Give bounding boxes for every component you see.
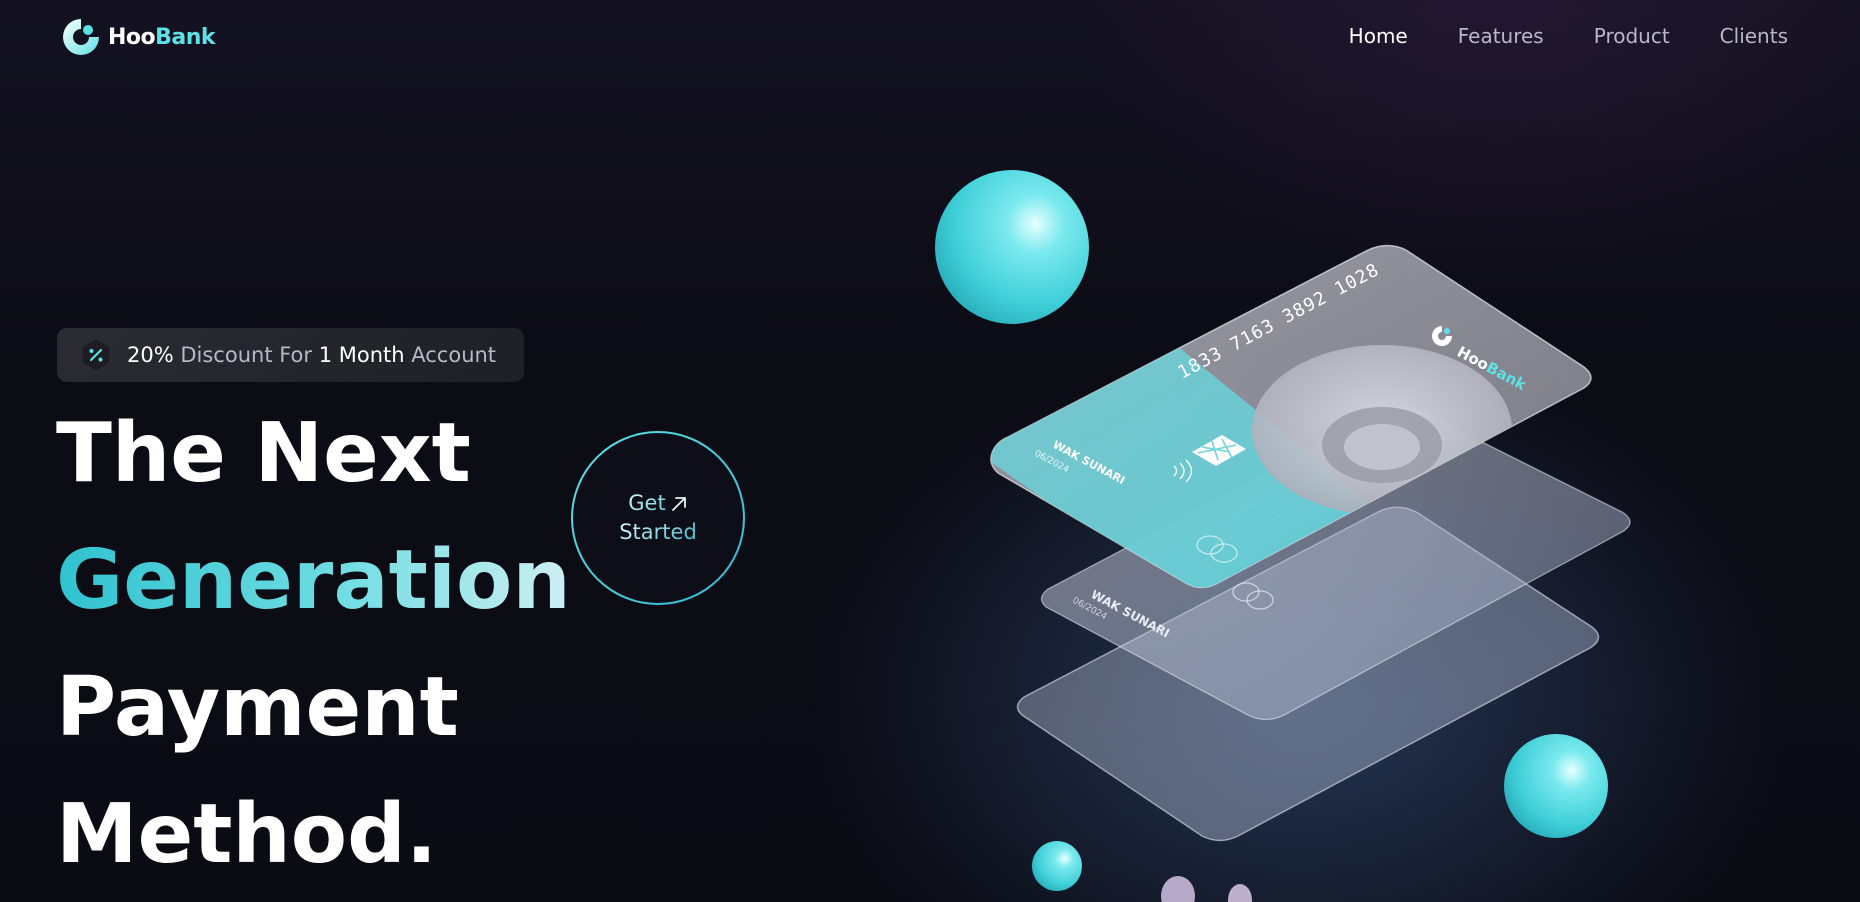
nav-link-clients[interactable]: Clients: [1720, 24, 1788, 48]
navbar: HooBank Home Features Product Clients: [0, 0, 1860, 80]
get-started-inner: Get Started: [573, 433, 743, 603]
brand-name-part2: Bank: [155, 24, 216, 50]
discount-account: Account: [404, 343, 497, 367]
arrow-up-right-icon: [671, 496, 686, 511]
nav-link-home[interactable]: Home: [1349, 24, 1408, 48]
discount-percent: 20%: [127, 343, 174, 367]
get-started-row-2: Started: [619, 518, 697, 547]
hoobank-logo-icon: [63, 19, 99, 55]
page: HooBank Home Features Product Clients 20…: [0, 0, 1860, 902]
headline-line-2: Generation: [56, 533, 571, 628]
nav-link-product[interactable]: Product: [1594, 24, 1670, 48]
get-started-row-1: Get: [628, 489, 687, 518]
brand-logo[interactable]: HooBank: [60, 16, 216, 58]
sphere-small: [1032, 841, 1082, 891]
headline-line-1: The Next: [56, 406, 471, 501]
headline-line-4: Method.: [56, 787, 437, 882]
discount-icon: [81, 338, 111, 372]
decor-shape-1: [1161, 876, 1195, 902]
sphere-right: [1504, 734, 1608, 838]
get-started-label-1: Get: [628, 491, 666, 515]
hero-cards-illustration: WAK SUNARI 06/2024 1833 7163 3892 1028 H…: [935, 170, 1631, 902]
brand-name: HooBank: [108, 24, 216, 50]
sphere-large: [935, 170, 1089, 324]
decor-shape-2: [1228, 884, 1252, 902]
discount-badge: 20% Discount For 1 Month Account: [57, 328, 524, 382]
nav-links: Home Features Product Clients: [1349, 24, 1788, 48]
discount-duration: 1 Month: [318, 343, 405, 367]
get-started-button[interactable]: Get Started: [571, 431, 745, 605]
get-started-label-2: Started: [619, 520, 697, 544]
headline-line-3: Payment: [56, 660, 459, 755]
discount-for: Discount For: [173, 343, 319, 367]
discount-text: 20% Discount For 1 Month Account: [127, 343, 496, 367]
nav-link-features[interactable]: Features: [1458, 24, 1544, 48]
brand-name-part1: Hoo: [108, 24, 156, 50]
